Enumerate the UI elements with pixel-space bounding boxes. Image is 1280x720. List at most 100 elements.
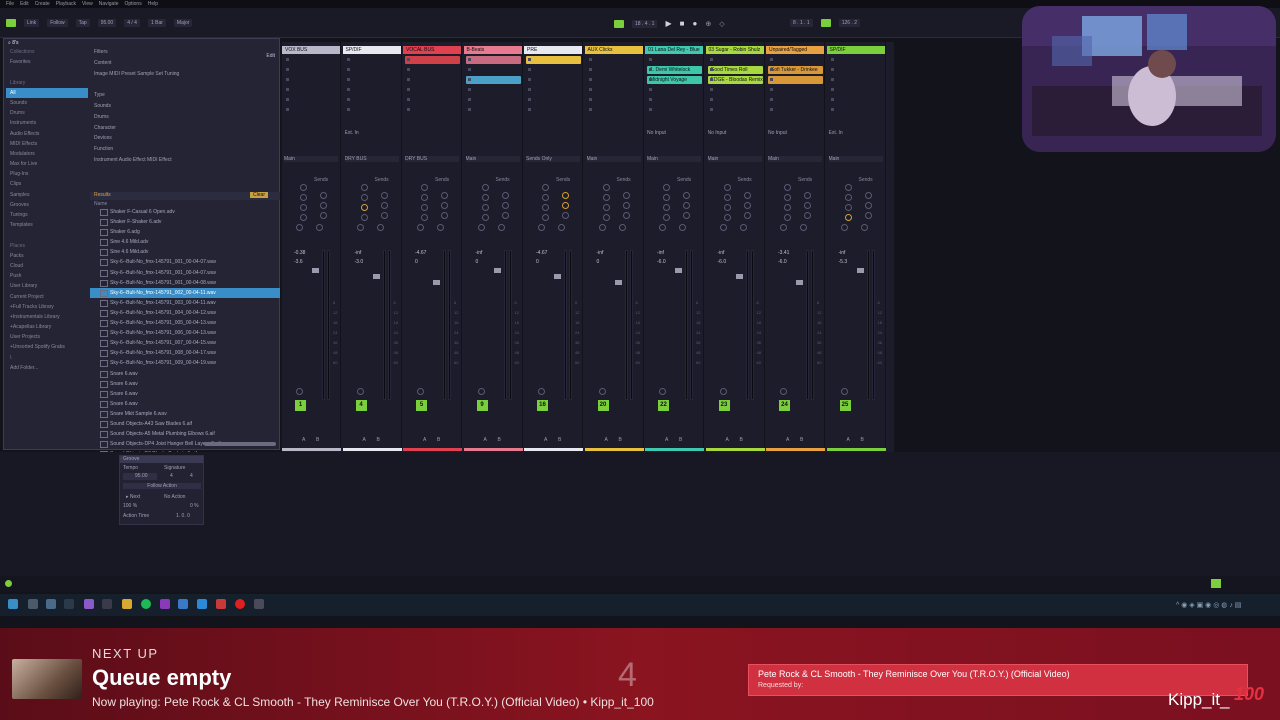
volume-readout[interactable]: -0.38 — [294, 250, 305, 256]
edit-button[interactable]: Edit — [266, 53, 275, 59]
file-item[interactable]: Snare Mkit Sample 6.wav — [90, 409, 280, 419]
crossfade-b[interactable]: B — [679, 437, 682, 443]
app-icon-4[interactable] — [178, 599, 188, 609]
volume-readout[interactable]: -inf — [355, 250, 362, 256]
volume-readout[interactable]: -inf — [839, 250, 846, 256]
send-knob[interactable] — [800, 224, 807, 231]
file-item[interactable]: Sky-6--Bult-No_fmx-145791_001_00-04-07.w… — [90, 257, 280, 267]
clip-stop-icon[interactable] — [770, 68, 773, 71]
tempo-field[interactable]: 95.00 — [97, 19, 117, 27]
clip-stop-icon[interactable] — [346, 98, 350, 101]
clip-slot[interactable] — [465, 76, 521, 84]
clip-stop-icon[interactable] — [286, 78, 289, 81]
start-icon[interactable] — [8, 599, 18, 609]
output-routing[interactable]: DRY BUS — [405, 156, 459, 162]
clip-stop-icon[interactable] — [467, 68, 471, 71]
send-knob[interactable] — [780, 224, 787, 231]
send-knob[interactable] — [421, 214, 428, 221]
clip-stop-icon[interactable] — [649, 88, 652, 91]
send-knob[interactable] — [743, 212, 751, 219]
clip-stop-icon[interactable] — [649, 68, 652, 71]
output-routing[interactable]: Main — [465, 156, 520, 162]
sidebar-item[interactable]: MIDI Effects — [6, 139, 88, 149]
input-routing[interactable]: No Input — [768, 130, 822, 136]
clip-stop-icon[interactable] — [830, 58, 834, 61]
filter-row[interactable]: Devices — [90, 133, 280, 144]
crossfade-b[interactable]: B — [377, 437, 380, 443]
sidebar-item[interactable] — [6, 67, 88, 77]
send-knob[interactable] — [421, 194, 428, 201]
sidebar-item[interactable]: Plug-Ins — [6, 169, 88, 179]
file-item[interactable]: Snare 6.wav — [90, 399, 280, 409]
send-knob[interactable] — [622, 192, 630, 199]
send-knob[interactable] — [739, 224, 747, 231]
file-item[interactable]: Sky-6--Bult-No_fmx-145791_004_00-04-12.w… — [90, 308, 280, 318]
pan-readout[interactable]: 0 — [476, 259, 479, 265]
sidebar-item[interactable]: Grooves — [6, 200, 88, 210]
volume-readout[interactable]: -4.67 — [415, 250, 426, 256]
send-knob[interactable] — [437, 224, 444, 231]
clip-stop-icon[interactable] — [346, 88, 350, 91]
file-item[interactable]: Snare 6.wav — [90, 389, 280, 399]
clip-slot[interactable]: EDGE - Bloodas Remix — [707, 76, 763, 84]
link-button[interactable]: Link — [24, 19, 40, 27]
search-taskbar-icon[interactable] — [28, 599, 38, 609]
clip-stop-icon[interactable] — [588, 98, 592, 101]
track-name[interactable]: VOX BUS — [282, 46, 340, 54]
taskview-icon[interactable] — [46, 599, 56, 609]
clip-slot[interactable] — [526, 56, 581, 64]
clip-slot[interactable]: 1. Demi Whitelock — [647, 66, 702, 74]
send-knob[interactable] — [421, 204, 428, 211]
track-name[interactable]: 03 Sugar - Robin Shulz — [705, 46, 764, 54]
pan-readout[interactable]: -5.3 — [839, 259, 848, 265]
send-knob[interactable] — [380, 202, 388, 209]
pan-knob[interactable] — [417, 388, 424, 395]
sidebar-item[interactable]: User Projects — [6, 332, 88, 342]
file-item[interactable]: Sky-6--Bult-No_fmx-145791_002_00-04-11.w… — [90, 287, 280, 298]
crossfade-a[interactable]: A — [847, 437, 850, 443]
send-knob[interactable] — [602, 204, 610, 211]
filter-row[interactable]: Type — [90, 90, 280, 101]
send-knob[interactable] — [844, 194, 852, 201]
song-position[interactable]: 18 . 4 . 1 — [632, 19, 658, 28]
file-item[interactable]: Sky-6--Bult-No_fmx-145791_006_00-04-13.w… — [90, 328, 280, 338]
browser-toggle-icon[interactable] — [6, 19, 16, 27]
send-knob[interactable] — [784, 184, 791, 191]
send-knob[interactable] — [804, 212, 811, 219]
send-knob[interactable] — [860, 224, 868, 231]
track-activator[interactable]: 24 — [779, 400, 790, 411]
pan-knob[interactable] — [719, 388, 727, 395]
clip-stop-icon[interactable] — [770, 98, 773, 101]
send-knob[interactable] — [320, 202, 327, 209]
volume-fader[interactable] — [614, 280, 622, 285]
clip-stop-icon[interactable] — [709, 108, 713, 111]
browser-search[interactable]: ⌕ 8's — [8, 40, 268, 47]
crossfade-a[interactable]: A — [302, 437, 305, 443]
track-activator[interactable]: 23 — [718, 400, 730, 411]
volume-fader[interactable] — [433, 280, 440, 285]
sidebar-item[interactable]: Sounds — [6, 98, 88, 108]
track-name[interactable]: 01 Lana Del Rey - Blue — [645, 46, 703, 54]
sidebar-item[interactable]: Max for Live — [6, 159, 88, 169]
send-knob[interactable] — [723, 184, 731, 191]
send-knob[interactable] — [683, 212, 690, 219]
sidebar-item[interactable]: Push — [6, 271, 88, 281]
output-routing[interactable]: Main — [586, 156, 641, 162]
clip-stop-icon[interactable] — [709, 78, 713, 81]
send-knob[interactable] — [618, 224, 626, 231]
send-knob[interactable] — [542, 214, 549, 221]
send-knob[interactable] — [501, 192, 509, 199]
app-icon-3[interactable] — [160, 599, 170, 609]
file-item[interactable]: Sine 4.6 Mild.adv — [90, 247, 280, 257]
send-knob[interactable] — [441, 192, 448, 199]
send-knob[interactable] — [562, 192, 569, 199]
send-knob[interactable] — [562, 202, 569, 209]
file-item[interactable]: Shaker 6.adg — [90, 227, 280, 237]
clip-stop-icon[interactable] — [407, 68, 410, 71]
record-icon[interactable]: ● — [692, 19, 697, 28]
sidebar-item[interactable]: Packs — [6, 251, 88, 261]
send-knob[interactable] — [719, 224, 727, 231]
midi-indicator-icon[interactable] — [1211, 579, 1221, 588]
track-name[interactable]: SP/DIF — [826, 46, 885, 54]
pan-knob[interactable] — [356, 388, 364, 395]
